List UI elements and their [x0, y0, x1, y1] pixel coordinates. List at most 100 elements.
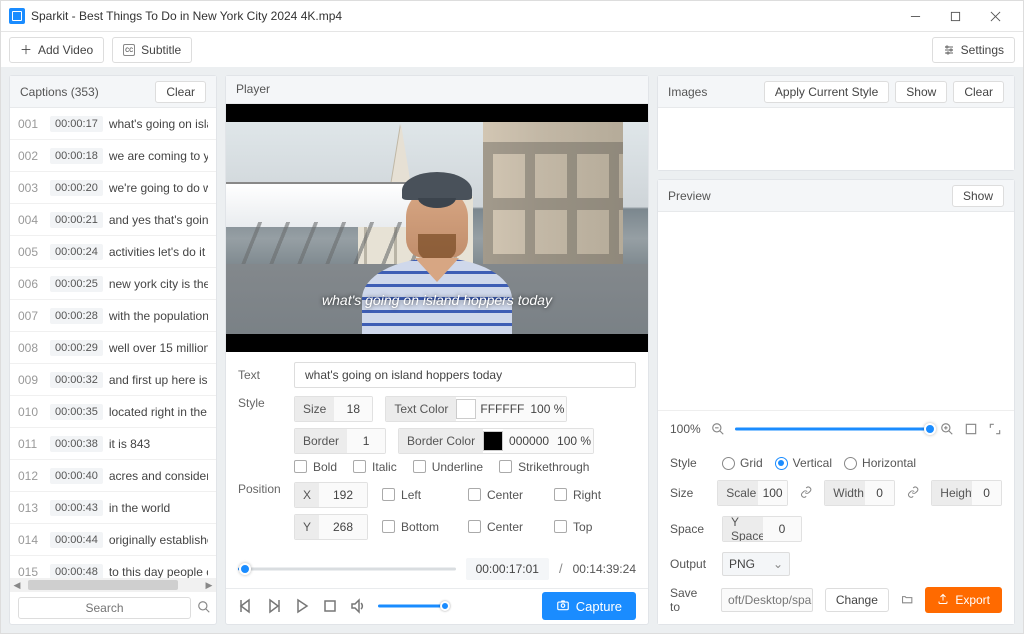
video-player[interactable]: what's going on island hoppers today	[226, 104, 648, 352]
caption-index: 007	[18, 309, 44, 323]
output-format-select[interactable]: PNG⌄	[722, 552, 790, 576]
zoom-out-icon[interactable]	[711, 422, 725, 436]
grid-radio[interactable]: Grid	[722, 456, 763, 470]
caption-row[interactable]: 00500:00:24activities let's do it	[10, 236, 216, 268]
captions-search-input[interactable]	[18, 597, 191, 619]
scroll-right-icon[interactable]: ▶	[202, 580, 216, 591]
apply-style-button[interactable]: Apply Current Style	[764, 81, 889, 103]
caption-row[interactable]: 01000:00:35located right in the heart	[10, 396, 216, 428]
align-right-checkbox[interactable]: Right	[554, 488, 626, 502]
caption-text-input[interactable]	[294, 362, 636, 388]
caption-row[interactable]: 01200:00:40acres and considered one	[10, 460, 216, 492]
play-button[interactable]	[294, 598, 310, 614]
caption-text: in the world	[109, 501, 208, 515]
zoom-in-icon[interactable]	[940, 422, 954, 436]
search-icon[interactable]	[197, 600, 211, 617]
step-back-button[interactable]	[266, 598, 282, 614]
zoom-percent: 100%	[670, 422, 701, 436]
captions-clear-button[interactable]: Clear	[155, 81, 206, 103]
caption-time: 00:00:28	[50, 308, 103, 324]
bold-checkbox[interactable]: Bold	[294, 460, 337, 474]
caption-row[interactable]: 00400:00:21and yes that's going to inclu…	[10, 204, 216, 236]
size-input[interactable]: Size18	[294, 396, 373, 422]
images-clear-button[interactable]: Clear	[953, 81, 1004, 103]
caption-row[interactable]: 00700:00:28with the population	[10, 300, 216, 332]
caption-row[interactable]: 00900:00:32and first up here is central	[10, 364, 216, 396]
images-show-button[interactable]: Show	[895, 81, 947, 103]
align-centerh-checkbox[interactable]: Center	[468, 488, 540, 502]
align-centerv-checkbox[interactable]: Center	[468, 520, 540, 534]
save-path-field[interactable]: oft/Desktop/sparkit	[721, 588, 813, 612]
link-wh-icon[interactable]	[907, 486, 919, 500]
border-input[interactable]: Border1	[294, 428, 386, 454]
add-video-button[interactable]: ＋ Add Video	[9, 37, 104, 63]
x-input[interactable]: X192	[294, 482, 368, 508]
settings-icon	[943, 44, 955, 56]
y-input[interactable]: Y268	[294, 514, 368, 540]
border-color-input[interactable]: Border Color000000100 %	[398, 428, 594, 454]
text-color-input[interactable]: Text ColorFFFFFF100 %	[385, 396, 567, 422]
change-path-button[interactable]: Change	[825, 588, 889, 612]
link-scale-icon[interactable]	[800, 486, 812, 500]
caption-text: and first up here is central	[109, 373, 208, 387]
strike-checkbox[interactable]: Strikethrough	[499, 460, 589, 474]
caption-text: originally established for	[109, 533, 208, 547]
vertical-radio[interactable]: Vertical	[775, 456, 832, 470]
caption-row[interactable]: 00300:00:20we're going to do with the	[10, 172, 216, 204]
captions-hscrollbar[interactable]: ◀ ▶	[10, 578, 216, 592]
captions-list[interactable]: 00100:00:17what's going on island hopper…	[10, 108, 216, 578]
width-input[interactable]: Width0	[824, 480, 895, 506]
export-button[interactable]: Export	[925, 587, 1002, 613]
caption-row[interactable]: 00600:00:25new york city is the largest	[10, 268, 216, 300]
window-maximize-button[interactable]	[935, 2, 975, 30]
capture-button[interactable]: Capture	[542, 592, 636, 620]
window-minimize-button[interactable]	[895, 2, 935, 30]
caption-row[interactable]: 01400:00:44originally established for	[10, 524, 216, 556]
caption-index: 003	[18, 181, 44, 195]
preview-title: Preview	[668, 189, 946, 203]
timeline-slider[interactable]	[238, 561, 456, 577]
caption-time: 00:00:21	[50, 212, 103, 228]
align-left-checkbox[interactable]: Left	[382, 488, 454, 502]
yspace-input[interactable]: Y Space0	[722, 516, 802, 542]
current-time: 00:00:17:01	[466, 558, 549, 580]
caption-index: 009	[18, 373, 44, 387]
preview-show-button[interactable]: Show	[952, 185, 1004, 207]
caption-text: activities let's do it	[109, 245, 208, 259]
caption-row[interactable]: 00100:00:17what's going on island hopper…	[10, 108, 216, 140]
caption-row[interactable]: 01300:00:43in the world	[10, 492, 216, 524]
total-time: 00:14:39:24	[573, 562, 636, 576]
scale-input[interactable]: Scale100	[717, 480, 788, 506]
volume-slider[interactable]	[378, 599, 448, 613]
fit-icon[interactable]	[964, 422, 978, 436]
caption-text: it is 843	[109, 437, 208, 451]
volume-icon[interactable]	[350, 598, 366, 614]
prev-frame-button[interactable]	[238, 598, 254, 614]
scroll-left-icon[interactable]: ◀	[10, 580, 24, 591]
horizontal-radio[interactable]: Horizontal	[844, 456, 916, 470]
settings-label: Settings	[961, 43, 1004, 57]
caption-index: 012	[18, 469, 44, 483]
window-close-button[interactable]	[975, 2, 1015, 30]
settings-button[interactable]: Settings	[932, 37, 1015, 63]
stop-button[interactable]	[322, 598, 338, 614]
folder-icon[interactable]	[901, 593, 913, 607]
zoom-slider[interactable]	[735, 422, 930, 436]
caption-index: 013	[18, 501, 44, 515]
caption-index: 014	[18, 533, 44, 547]
italic-checkbox[interactable]: Italic	[353, 460, 397, 474]
align-top-checkbox[interactable]: Top	[554, 520, 626, 534]
height-input[interactable]: Height0	[931, 480, 1002, 506]
caption-time: 00:00:35	[50, 404, 103, 420]
caption-index: 010	[18, 405, 44, 419]
caption-row[interactable]: 00200:00:18we are coming to you from	[10, 140, 216, 172]
caption-index: 011	[18, 437, 44, 451]
subtitle-button[interactable]: cc Subtitle	[112, 37, 192, 63]
caption-row[interactable]: 01500:00:48to this day people come	[10, 556, 216, 578]
underline-checkbox[interactable]: Underline	[413, 460, 483, 474]
caption-row[interactable]: 00800:00:29well over 15 million in the	[10, 332, 216, 364]
align-bottom-checkbox[interactable]: Bottom	[382, 520, 454, 534]
app-icon	[9, 8, 25, 24]
caption-row[interactable]: 01100:00:38it is 843	[10, 428, 216, 460]
expand-icon[interactable]	[988, 422, 1002, 436]
